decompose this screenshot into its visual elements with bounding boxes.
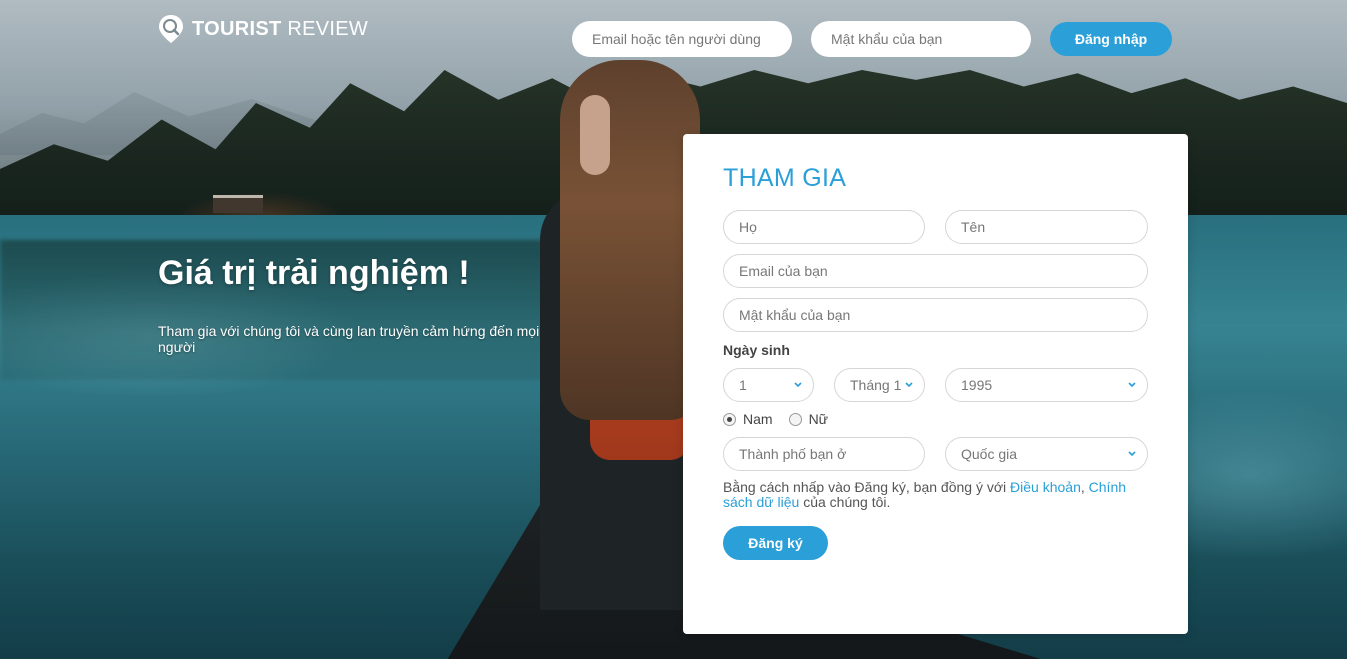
chevron-down-icon — [1128, 382, 1136, 388]
year-value: 1995 — [961, 377, 993, 393]
gender-group: Nam Nữ — [723, 411, 828, 427]
gender-male-label: Nam — [743, 411, 773, 427]
country-value: Quốc gia — [961, 446, 1018, 462]
terms-text: Bằng cách nhấp vào Đăng ký, bạn đồng ý v… — [723, 480, 1143, 510]
login-button[interactable]: Đăng nhập — [1050, 22, 1172, 56]
brand-name: TOURIST REVIEW — [192, 18, 368, 41]
country-select[interactable]: Quốc gia — [945, 437, 1148, 471]
first-name-input[interactable] — [945, 210, 1148, 244]
email-input[interactable] — [723, 254, 1148, 288]
terms-separator: , — [1080, 479, 1089, 495]
gender-female-label: Nữ — [808, 411, 829, 427]
terms-link[interactable]: Điều khoản — [1010, 479, 1081, 495]
terms-prefix: Bằng cách nhấp vào Đăng ký, bạn đồng ý v… — [723, 479, 1011, 495]
terms-suffix: của chúng tôi. — [799, 494, 891, 510]
hero-subtitle: Tham gia với chúng tôi và cùng lan truyề… — [158, 323, 540, 355]
login-password-input[interactable] — [811, 21, 1031, 57]
brand-name-light: REVIEW — [287, 17, 369, 40]
login-email-input[interactable] — [572, 21, 792, 57]
month-select[interactable]: Tháng 1 — [834, 368, 925, 402]
signup-title: THAM GIA — [723, 164, 847, 192]
password-input[interactable] — [723, 298, 1148, 332]
city-input[interactable] — [723, 437, 925, 471]
dob-label: Ngày sinh — [723, 342, 790, 358]
year-select[interactable]: 1995 — [945, 368, 1148, 402]
chevron-down-icon — [905, 382, 913, 388]
signup-button[interactable]: Đăng ký — [723, 526, 828, 560]
chevron-down-icon — [794, 382, 802, 388]
month-value: Tháng 1 — [850, 377, 902, 393]
chevron-down-icon — [1128, 451, 1136, 457]
gender-female-radio[interactable] — [788, 412, 802, 426]
brand-name-bold: TOURIST — [192, 17, 282, 40]
day-select[interactable]: 1 — [723, 368, 814, 402]
brand-logo[interactable]: TOURIST REVIEW — [158, 14, 368, 44]
map-pin-search-icon — [159, 15, 183, 43]
hero-title: Giá trị trải nghiệm ! — [158, 254, 470, 292]
gender-male-radio[interactable] — [723, 412, 736, 426]
signup-card: THAM GIA Ngày sinh 1 Tháng 1 1995 Nam Nữ… — [683, 134, 1188, 634]
day-value: 1 — [739, 377, 747, 393]
last-name-input[interactable] — [723, 210, 925, 244]
